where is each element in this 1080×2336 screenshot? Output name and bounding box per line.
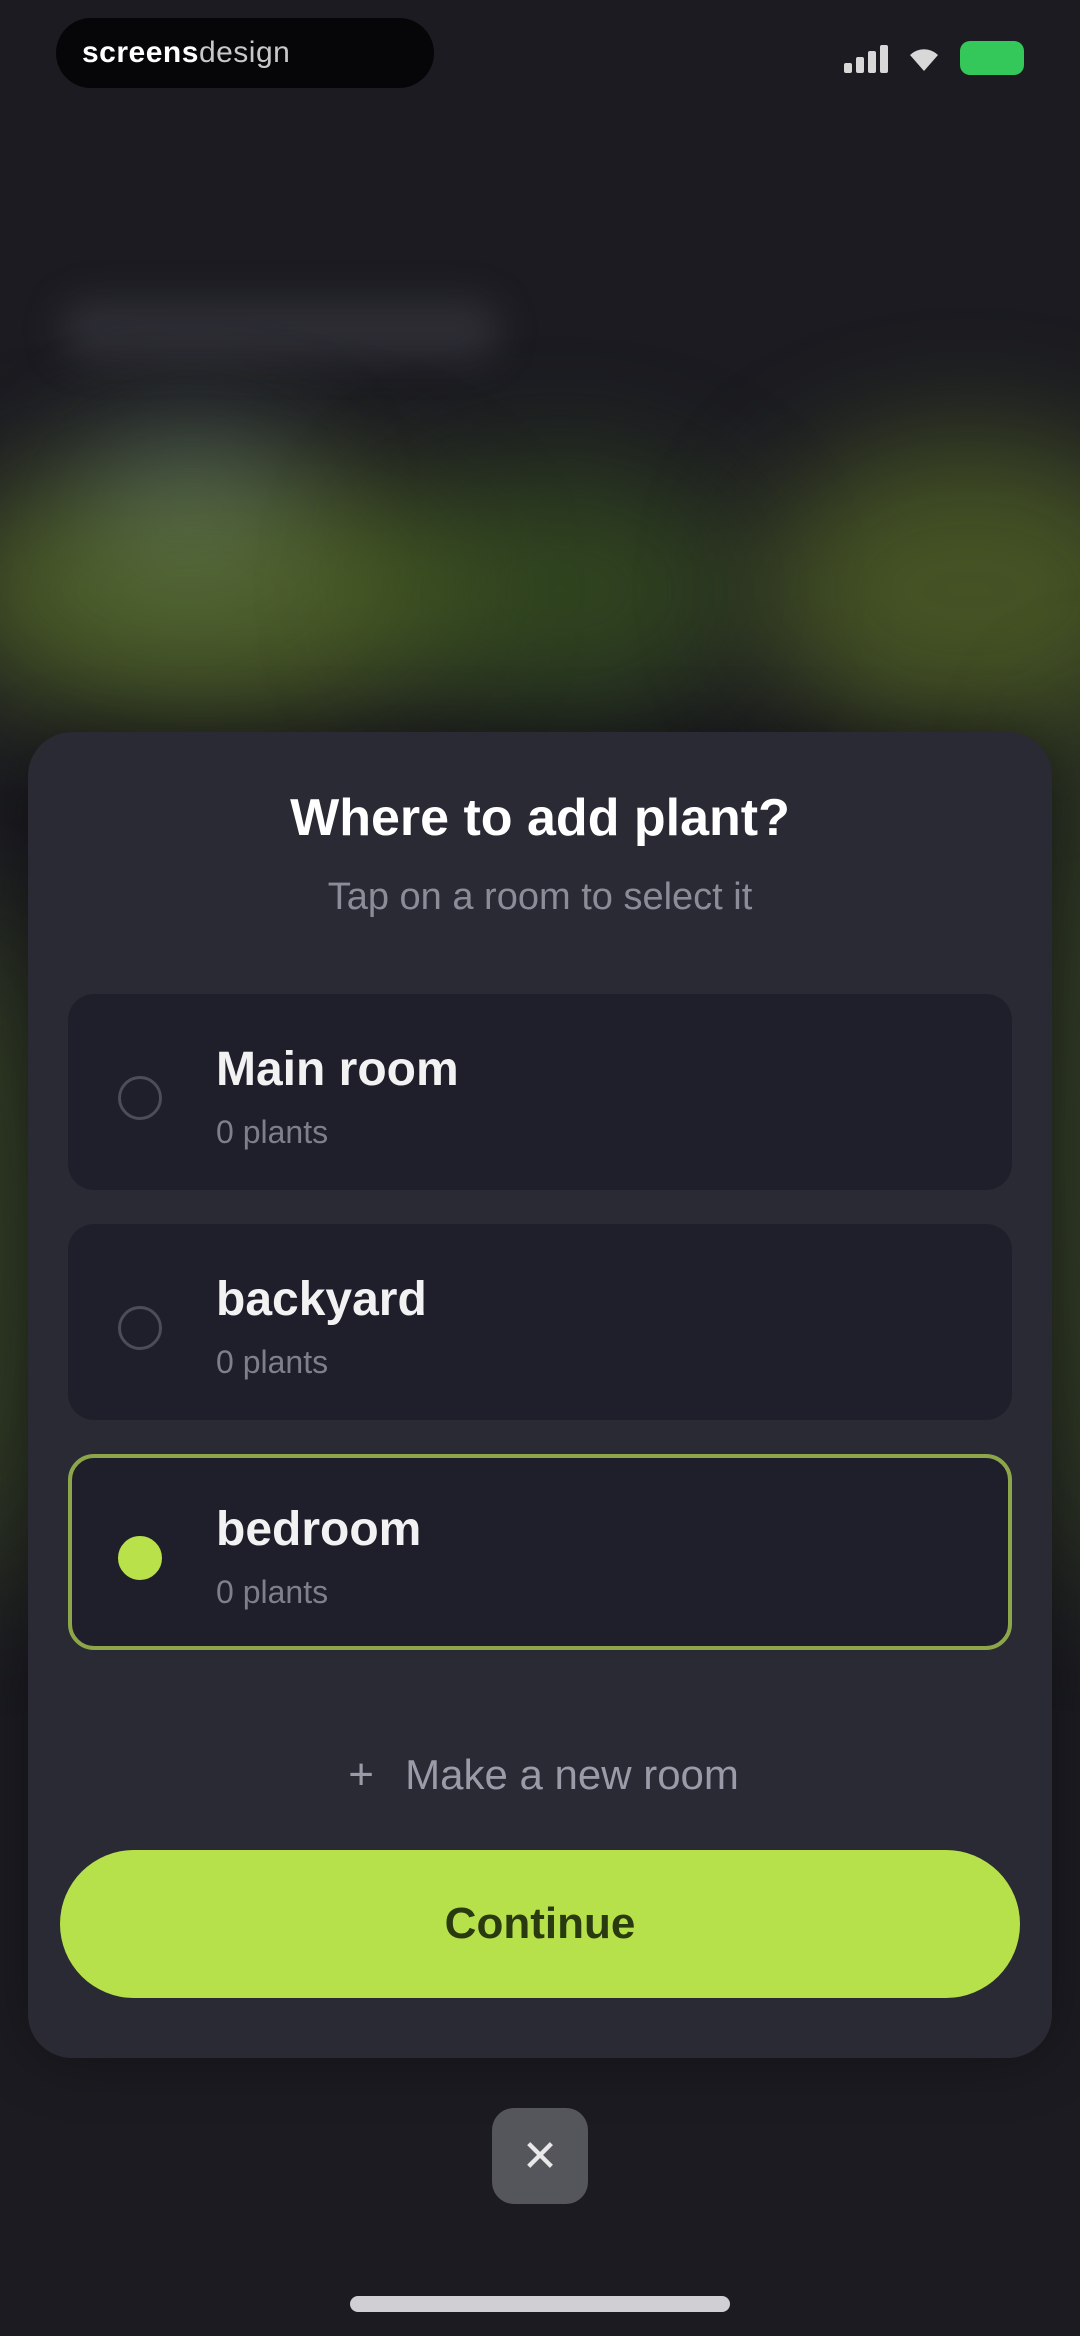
make-new-room-label: Make a new room bbox=[405, 1751, 739, 1798]
add-plant-sheet: Where to add plant? Tap on a room to sel… bbox=[28, 732, 1052, 2058]
make-new-room-button[interactable]: + Make a new room bbox=[28, 1740, 1052, 1810]
radio-icon[interactable] bbox=[118, 1306, 162, 1350]
radio-icon[interactable] bbox=[118, 1076, 162, 1120]
background-blur-foliage-left bbox=[0, 460, 460, 720]
wifi-icon bbox=[910, 49, 938, 71]
room-name: backyard bbox=[216, 1273, 427, 1326]
add-plant-screen: screens design Where to add plant? Tap on… bbox=[0, 0, 1080, 2336]
room-plant-count: 0 plants bbox=[216, 1344, 329, 1380]
status-bar: screens design bbox=[0, 0, 1080, 110]
close-button[interactable]: ✕ bbox=[492, 2108, 588, 2204]
sheet-title: Where to add plant? bbox=[290, 789, 790, 847]
room-option-backyard[interactable]: backyard 0 plants bbox=[68, 1224, 1012, 1420]
plus-icon: + bbox=[348, 1750, 374, 1799]
room-plant-count: 0 plants bbox=[216, 1574, 329, 1610]
continue-button[interactable]: Continue bbox=[60, 1850, 1020, 1998]
brand-strong-text: screens bbox=[82, 36, 199, 69]
battery-icon bbox=[960, 41, 1024, 75]
background-blurred-heading bbox=[60, 300, 500, 360]
room-name: Main room bbox=[216, 1043, 459, 1096]
room-name: bedroom bbox=[216, 1503, 422, 1556]
radio-checked-icon[interactable] bbox=[118, 1536, 162, 1580]
close-icon: ✕ bbox=[521, 2131, 559, 2181]
background-blur-foliage-center bbox=[380, 470, 740, 710]
home-indicator bbox=[350, 2296, 730, 2312]
brand-watermark: screens design bbox=[56, 18, 434, 88]
room-list: Main room 0 plants backyard 0 plants bed… bbox=[68, 994, 1012, 1684]
room-option-main-room[interactable]: Main room 0 plants bbox=[68, 994, 1012, 1190]
sheet-subtitle: Tap on a room to select it bbox=[327, 876, 753, 918]
room-option-bedroom[interactable]: bedroom 0 plants bbox=[68, 1454, 1012, 1650]
brand-light-text: design bbox=[198, 36, 291, 69]
background-blur-foliage-right bbox=[760, 440, 1080, 740]
background-blur-blue bbox=[80, 440, 300, 600]
signal-icon bbox=[844, 43, 888, 73]
status-icons bbox=[844, 36, 1024, 80]
room-plant-count: 0 plants bbox=[216, 1114, 329, 1150]
